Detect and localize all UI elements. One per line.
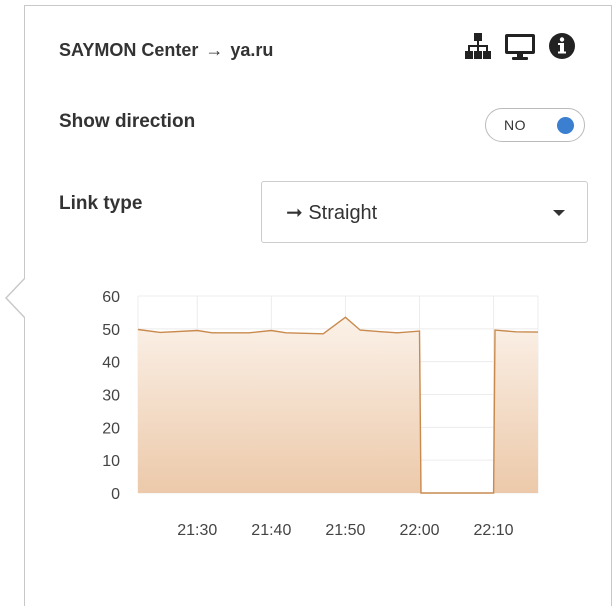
x-tick-label: 22:00 — [399, 522, 439, 539]
popover-pointer — [7, 278, 26, 318]
link-source: SAYMON Center — [59, 40, 199, 60]
link-title: SAYMON Center → ya.ru — [59, 40, 273, 61]
y-tick-label: 0 — [111, 486, 120, 503]
y-tick-label: 40 — [102, 355, 120, 372]
show-direction-label: Show direction — [59, 111, 196, 132]
toggle-state-text: NO — [504, 117, 526, 133]
header-toolbar — [460, 30, 580, 62]
sitemap-icon[interactable] — [460, 30, 496, 62]
y-tick-label: 60 — [102, 289, 120, 306]
traffic-chart: 0 10 20 30 40 50 60 21:30 21:40 21:50 22:00 22:10 — [102, 289, 539, 539]
link-target: ya.ru — [230, 40, 274, 60]
y-tick-label: 10 — [102, 453, 120, 470]
chevron-down-icon — [553, 210, 565, 216]
show-direction-toggle[interactable]: NO — [485, 108, 585, 142]
x-tick-label: 21:30 — [177, 522, 217, 539]
x-tick-label: 21:40 — [251, 522, 291, 539]
link-type-select[interactable]: ➞ Straight — [261, 181, 588, 243]
x-tick-label: 22:10 — [474, 522, 514, 539]
link-type-label: Link type — [59, 193, 143, 214]
link-arrow: → — [205, 40, 224, 60]
y-axis-ticks: 0 10 20 30 40 50 60 — [102, 289, 120, 503]
monitor-icon[interactable] — [502, 30, 538, 62]
link-type-value: ➞ Straight — [286, 202, 378, 224]
y-tick-label: 50 — [102, 322, 120, 339]
x-tick-label: 21:50 — [325, 522, 365, 539]
info-circle-icon[interactable] — [544, 30, 580, 62]
y-tick-label: 30 — [102, 388, 120, 405]
x-axis-ticks: 21:30 21:40 21:50 22:00 22:10 — [177, 522, 513, 539]
y-tick-label: 20 — [102, 420, 120, 437]
toggle-knob[interactable] — [557, 117, 574, 134]
series-area — [138, 317, 538, 493]
